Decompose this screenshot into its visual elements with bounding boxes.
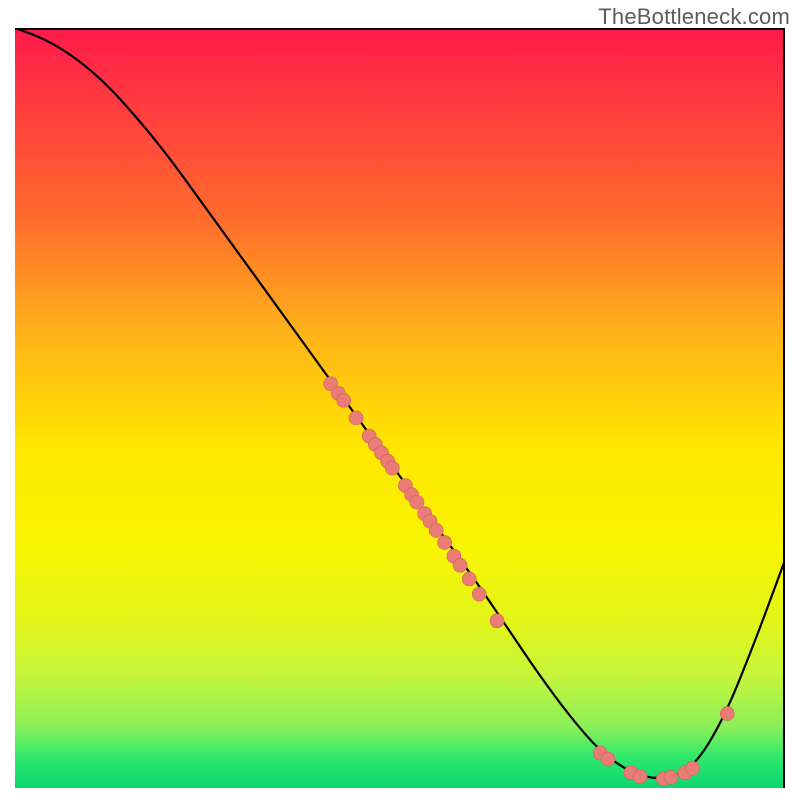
- data-dots: [324, 377, 735, 786]
- data-dot: [337, 393, 351, 407]
- data-dot: [633, 770, 647, 784]
- data-dot: [453, 558, 467, 572]
- data-dot: [349, 411, 363, 425]
- data-dot: [462, 572, 476, 586]
- data-dot: [472, 587, 486, 601]
- chart-stage: TheBottleneck.com: [0, 0, 800, 800]
- data-dot: [490, 614, 504, 628]
- data-dot: [601, 752, 615, 766]
- data-dot: [686, 761, 700, 775]
- data-dot: [664, 770, 678, 784]
- data-dot: [720, 707, 734, 721]
- chart-svg: [15, 28, 785, 788]
- data-dot: [429, 523, 443, 537]
- data-dot: [438, 536, 452, 550]
- attribution-text: TheBottleneck.com: [598, 4, 790, 30]
- bottleneck-curve: [15, 28, 785, 778]
- plot-area: [15, 28, 785, 788]
- data-dot: [385, 461, 399, 475]
